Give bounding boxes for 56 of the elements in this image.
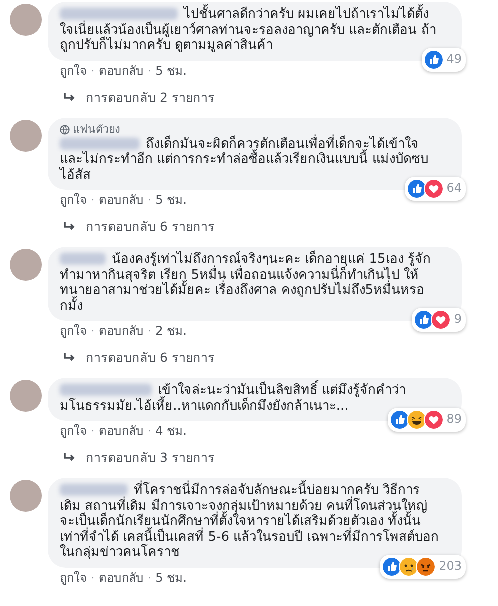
view-replies-link[interactable]: การตอบกลับ 3 รายการ bbox=[48, 439, 462, 474]
sad-face-icon bbox=[399, 556, 420, 576]
like-icon bbox=[390, 410, 410, 430]
separator: · bbox=[91, 192, 95, 208]
like-link[interactable]: ถูกใจ bbox=[60, 62, 87, 78]
avatar[interactable] bbox=[10, 4, 42, 36]
heart-icon bbox=[431, 310, 452, 330]
reply-link[interactable]: ตอบกลับ bbox=[98, 192, 144, 208]
like-icon bbox=[406, 179, 427, 199]
timestamp: 5 ชม. bbox=[156, 192, 187, 208]
avatar[interactable] bbox=[10, 120, 42, 152]
heart-icon bbox=[424, 179, 444, 199]
like-link[interactable]: ถูกใจ bbox=[60, 323, 87, 339]
reaction-count: 49 bbox=[446, 52, 462, 68]
view-replies-link[interactable]: การตอบกลับ 2 รายการ bbox=[48, 78, 462, 114]
separator: · bbox=[91, 323, 95, 339]
timestamp: 4 ชม. bbox=[156, 423, 187, 439]
reply-link[interactable]: ตอบกลับ bbox=[98, 423, 144, 439]
angry-face-icon bbox=[416, 556, 436, 576]
timestamp: 5 ชม. bbox=[156, 570, 187, 586]
reaction-count: 64 bbox=[446, 181, 462, 197]
separator: · bbox=[148, 323, 152, 339]
separator: · bbox=[148, 570, 152, 586]
reply-link[interactable]: ตอบกลับ bbox=[98, 323, 144, 339]
separator: · bbox=[148, 192, 152, 208]
reply-arrow-icon bbox=[64, 353, 76, 363]
separator: · bbox=[91, 62, 95, 78]
reaction-count: 89 bbox=[446, 412, 462, 428]
separator: · bbox=[91, 423, 95, 439]
reply-arrow-icon bbox=[64, 453, 76, 463]
timestamp: 2 ชม. bbox=[156, 323, 187, 339]
timestamp: 5 ชม. bbox=[156, 62, 187, 78]
like-link[interactable]: ถูกใจ bbox=[60, 192, 87, 208]
view-replies-link[interactable]: การตอบกลับ 6 รายการ bbox=[48, 339, 462, 374]
reply-link[interactable]: ตอบกลับ bbox=[98, 570, 144, 586]
view-replies-link[interactable]: การตอบกลับ 6 รายการ bbox=[48, 208, 462, 243]
separator: · bbox=[148, 423, 152, 439]
separator: · bbox=[148, 62, 152, 78]
like-icon bbox=[424, 50, 444, 70]
separator: · bbox=[91, 570, 95, 586]
avatar[interactable] bbox=[10, 249, 42, 281]
like-icon bbox=[414, 310, 434, 330]
reply-link[interactable]: ตอบกลับ bbox=[98, 62, 144, 78]
like-link[interactable]: ถูกใจ bbox=[60, 570, 87, 586]
reaction-count: 9 bbox=[454, 312, 462, 328]
reaction-count: 203 bbox=[439, 558, 462, 574]
like-link[interactable]: ถูกใจ bbox=[60, 423, 87, 439]
globe-icon bbox=[60, 124, 70, 134]
heart-icon bbox=[424, 410, 444, 430]
avatar[interactable] bbox=[10, 380, 42, 412]
like-icon bbox=[382, 556, 402, 576]
laughing-face-icon bbox=[406, 410, 427, 430]
avatar[interactable] bbox=[10, 480, 42, 512]
reply-arrow-icon bbox=[64, 92, 76, 102]
reply-arrow-icon bbox=[64, 222, 76, 232]
fan-badge-label: แฟนตัวยง bbox=[73, 122, 120, 136]
